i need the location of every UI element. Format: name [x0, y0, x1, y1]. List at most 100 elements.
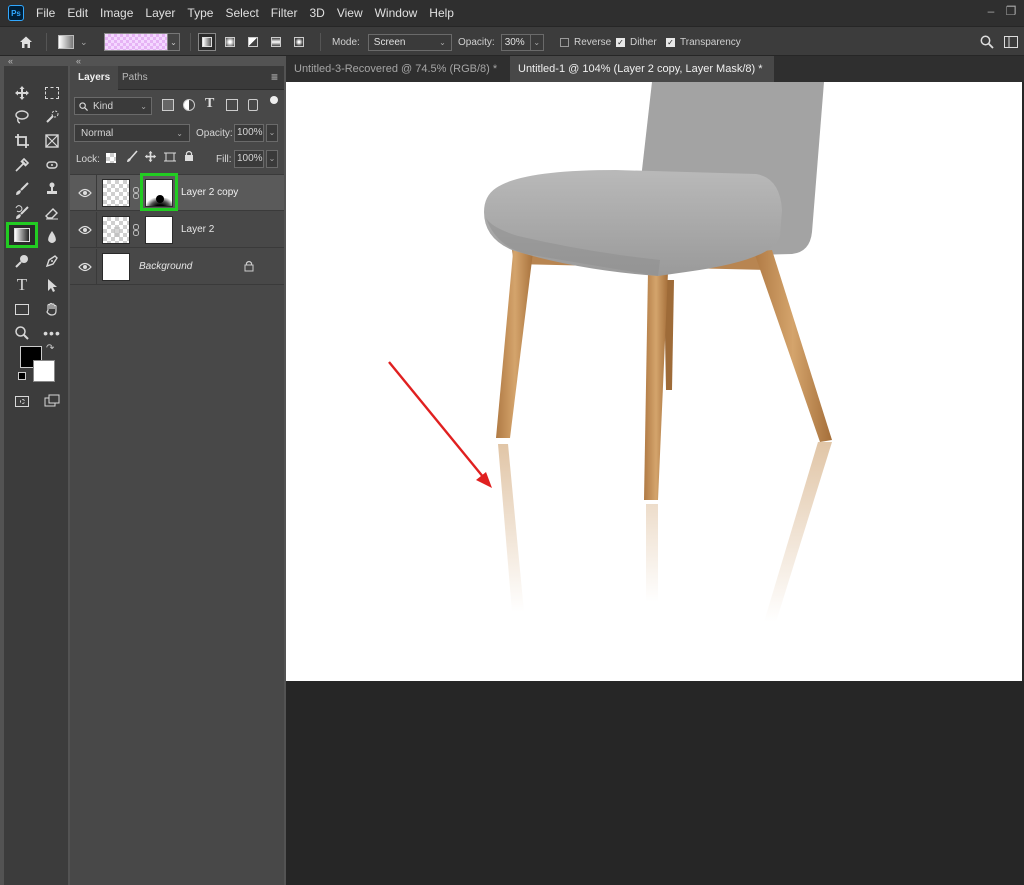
rectangle-tool-icon[interactable]: [11, 298, 33, 320]
menu-window[interactable]: Window: [369, 0, 424, 26]
zoom-tool-icon[interactable]: [11, 322, 33, 344]
tab-layers[interactable]: Layers: [70, 66, 119, 90]
layer-name[interactable]: Layer 2: [181, 224, 214, 235]
move-tool-icon[interactable]: [11, 82, 33, 104]
path-selection-tool-icon[interactable]: [41, 274, 63, 296]
menu-filter[interactable]: Filter: [265, 0, 304, 26]
brush-tool-icon[interactable]: [11, 178, 33, 200]
layer-opacity-input[interactable]: 100%: [234, 124, 264, 142]
menu-file[interactable]: File: [30, 0, 61, 26]
home-icon[interactable]: [18, 27, 34, 57]
menu-edit[interactable]: Edit: [61, 0, 94, 26]
angle-gradient-icon[interactable]: [244, 33, 262, 51]
layer-thumbnail[interactable]: [102, 179, 130, 207]
gradient-picker[interactable]: ⌄: [104, 27, 180, 57]
filter-shape-icon[interactable]: [226, 99, 238, 111]
visibility-eye-icon[interactable]: [78, 225, 92, 238]
layer-thumbnail[interactable]: [102, 216, 130, 244]
eraser-tool-icon[interactable]: [41, 202, 63, 224]
more-tools-icon[interactable]: •••: [41, 322, 63, 344]
menu-help[interactable]: Help: [423, 0, 460, 26]
blend-mode-select[interactable]: Normal ⌄: [74, 124, 190, 142]
background-color-swatch[interactable]: [33, 360, 55, 382]
link-icon[interactable]: [133, 187, 139, 202]
menu-select[interactable]: Select: [219, 0, 264, 26]
link-icon[interactable]: [133, 224, 139, 239]
menu-type[interactable]: Type: [181, 0, 219, 26]
lock-artboard-icon[interactable]: [164, 151, 176, 166]
diamond-gradient-icon[interactable]: [290, 33, 308, 51]
restore-icon[interactable]: ❐: [1004, 4, 1018, 18]
screen-mode-icon[interactable]: [41, 390, 63, 412]
type-tool-icon[interactable]: T: [11, 274, 33, 296]
layer-opacity-slider-toggle[interactable]: ⌄: [266, 124, 278, 142]
fill-slider-toggle[interactable]: ⌄: [266, 150, 278, 168]
frame-tool-icon[interactable]: [41, 130, 63, 152]
linear-gradient-icon[interactable]: [198, 33, 216, 51]
collapse-panels-icon[interactable]: «: [76, 56, 81, 66]
crop-tool-icon[interactable]: [11, 130, 33, 152]
layer-name[interactable]: Layer 2 copy: [181, 187, 238, 198]
menu-layer[interactable]: Layer: [139, 0, 181, 26]
filter-smart-object-icon[interactable]: [248, 99, 258, 111]
search-icon[interactable]: [980, 27, 994, 57]
lasso-tool-icon[interactable]: [11, 106, 33, 128]
menu-view[interactable]: View: [331, 0, 369, 26]
image-canvas[interactable]: [286, 82, 1022, 681]
dither-checkbox[interactable]: ✓ Dither: [616, 27, 657, 57]
lock-pixels-icon[interactable]: [126, 150, 138, 167]
transparency-check-icon[interactable]: ✓: [666, 37, 675, 47]
filter-pixel-icon[interactable]: [162, 99, 174, 111]
filter-type-icon[interactable]: T: [205, 96, 214, 112]
layer-name[interactable]: Background: [139, 261, 192, 272]
eyedropper-tool-icon[interactable]: [11, 154, 33, 176]
layer-mask-thumbnail[interactable]: [145, 179, 173, 207]
layer-row-layer-2-copy[interactable]: Layer 2 copy: [70, 173, 284, 211]
minimize-icon[interactable]: –: [984, 4, 998, 18]
collapse-tools-icon[interactable]: «: [8, 56, 13, 66]
lock-position-icon[interactable]: [144, 150, 157, 166]
dither-check-icon[interactable]: ✓: [616, 37, 625, 47]
visibility-eye-icon[interactable]: [78, 188, 92, 201]
layer-mask-thumbnail[interactable]: [145, 216, 173, 244]
transparency-checkbox[interactable]: ✓ Transparency: [666, 27, 741, 57]
clone-stamp-tool-icon[interactable]: [41, 178, 63, 200]
layer-row-background[interactable]: Background: [70, 249, 284, 285]
dodge-tool-icon[interactable]: [11, 250, 33, 272]
workspace-icon[interactable]: [1004, 27, 1018, 57]
history-brush-tool-icon[interactable]: [11, 202, 33, 224]
layer-row-layer-2[interactable]: Layer 2: [70, 212, 284, 248]
quick-mask-icon[interactable]: [11, 390, 33, 412]
fill-input[interactable]: 100%: [234, 150, 264, 168]
filter-kind-select[interactable]: Kind ⌄: [74, 97, 152, 115]
filter-toggle-icon[interactable]: [270, 96, 278, 104]
filter-adjustment-icon[interactable]: [183, 99, 195, 111]
reverse-check-icon[interactable]: [560, 37, 569, 47]
reflected-gradient-icon[interactable]: [267, 33, 285, 51]
blur-tool-icon[interactable]: [41, 226, 63, 248]
gradient-tool-preset-icon[interactable]: ⌄: [58, 27, 88, 57]
menu-3d[interactable]: 3D: [303, 0, 330, 26]
opacity-slider-toggle[interactable]: ⌄: [530, 33, 544, 51]
default-colors-icon[interactable]: [18, 372, 26, 380]
pen-tool-icon[interactable]: [41, 250, 63, 272]
hand-tool-icon[interactable]: [41, 298, 63, 320]
panel-menu-icon[interactable]: ≡: [271, 70, 278, 84]
document-tab-untitled-1[interactable]: Untitled-1 @ 104% (Layer 2 copy, Layer M…: [510, 56, 774, 101]
opacity-input[interactable]: 30%: [500, 33, 531, 51]
visibility-eye-icon[interactable]: [78, 262, 92, 275]
tab-paths[interactable]: Paths: [114, 66, 156, 90]
mode-select[interactable]: Screen ⌄: [367, 33, 452, 51]
reverse-checkbox[interactable]: Reverse: [560, 27, 611, 57]
lock-transparent-icon[interactable]: [106, 153, 116, 163]
lock-all-icon[interactable]: [184, 150, 194, 165]
document-tab-untitled-3[interactable]: Untitled-3-Recovered @ 74.5% (RGB/8) * ×: [286, 56, 508, 101]
swap-colors-icon[interactable]: ↷: [46, 343, 54, 354]
menu-image[interactable]: Image: [94, 0, 139, 26]
radial-gradient-icon[interactable]: [221, 33, 239, 51]
marquee-tool-icon[interactable]: [41, 82, 63, 104]
quick-selection-tool-icon[interactable]: [41, 106, 63, 128]
gradient-tool-icon[interactable]: [6, 222, 38, 248]
layer-thumbnail[interactable]: [102, 253, 130, 281]
spot-healing-tool-icon[interactable]: [41, 154, 63, 176]
